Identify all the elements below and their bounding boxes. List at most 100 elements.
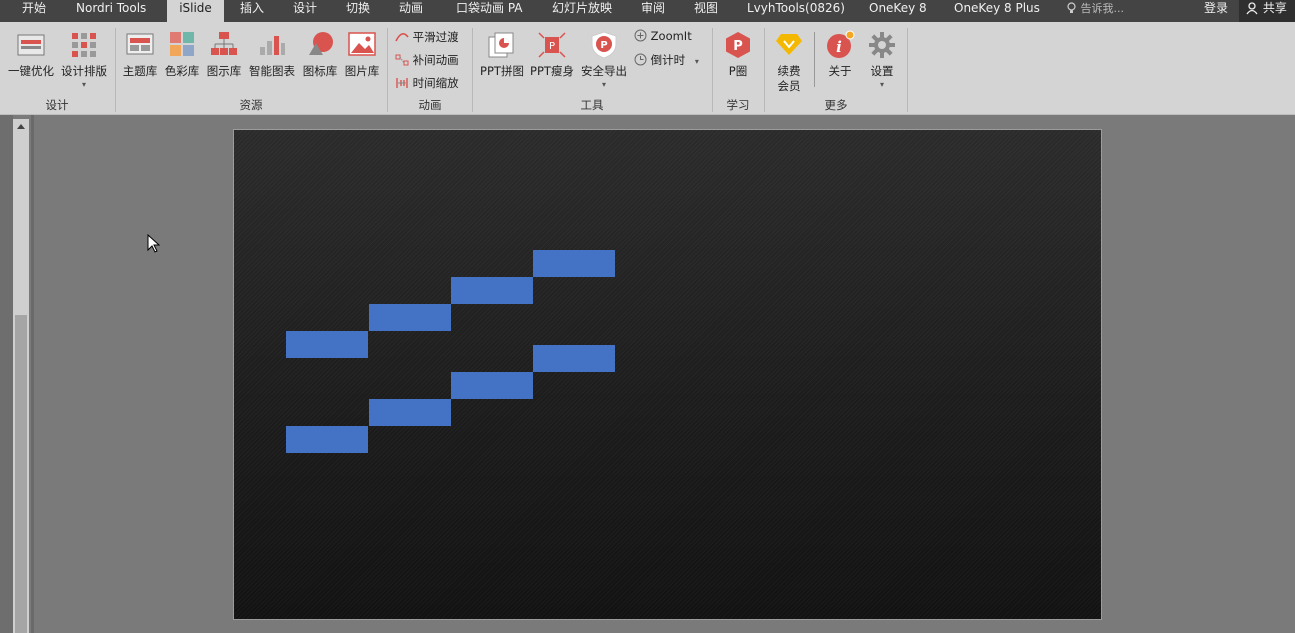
scrollbar-thumb[interactable] <box>15 315 27 633</box>
tab-insert[interactable]: 插入 <box>240 0 264 22</box>
tab-home[interactable]: 开始 <box>22 0 46 22</box>
tween-animation-icon <box>395 54 409 66</box>
shield-icon: P <box>591 31 617 59</box>
about-label: 关于 <box>828 64 852 78</box>
org-chart-icon <box>211 32 237 55</box>
lightbulb-icon <box>1067 2 1076 13</box>
color-library-label: 色彩库 <box>164 64 200 78</box>
renew-label: 续费 <box>777 64 801 78</box>
group-label-more: 更多 <box>824 98 848 112</box>
tab-islide[interactable]: iSlide <box>167 0 224 22</box>
tab-review[interactable]: 审阅 <box>641 0 665 22</box>
tab-view[interactable]: 视图 <box>694 0 718 22</box>
collage-icon <box>488 32 514 58</box>
smooth-transition-icon <box>395 33 409 42</box>
dropdown-caret-icon: ▾ <box>879 80 884 89</box>
one-click-optimize-label: 一键优化 <box>8 64 54 78</box>
safe-export-button[interactable]: P 安全导出 ▾ <box>578 28 630 90</box>
theme-library-label: 主题库 <box>122 64 158 78</box>
group-label-design: 设计 <box>45 98 69 112</box>
thumbnail-pane-edge <box>0 115 13 633</box>
tab-design[interactable]: 设计 <box>293 0 317 22</box>
ppt-collage-label: PPT拼图 <box>480 64 524 78</box>
color-palette-icon <box>170 32 194 56</box>
picture-icon <box>348 32 376 56</box>
tab-nordri-tools[interactable]: Nordri Tools <box>76 0 146 22</box>
blue-rectangle[interactable] <box>451 372 533 399</box>
theme-library-icon <box>126 33 154 55</box>
tell-me-search[interactable]: 告诉我... <box>1066 0 1124 22</box>
design-layout-label: 设计排版 <box>61 64 107 78</box>
one-click-optimize-button[interactable]: 一键优化 <box>6 28 56 88</box>
tween-animation-label: 补间动画 <box>412 53 459 67</box>
group-label-learn: 学习 <box>726 98 750 112</box>
smooth-transition-button[interactable]: 平滑过渡 <box>395 29 459 45</box>
color-library-button[interactable]: 色彩库 <box>162 28 202 78</box>
vertical-scrollbar[interactable] <box>13 119 29 633</box>
pane-divider <box>31 115 34 633</box>
time-scale-icon <box>396 78 408 88</box>
tab-onekey-8-plus[interactable]: OneKey 8 Plus <box>954 0 1040 22</box>
tween-animation-button[interactable]: 补间动画 <box>395 52 459 68</box>
smooth-transition-label: 平滑过渡 <box>412 30 459 44</box>
group-label-resources: 资源 <box>239 98 263 112</box>
blue-rectangle[interactable] <box>533 250 615 277</box>
group-label-tools: 工具 <box>580 98 604 112</box>
person-icon <box>1246 2 1258 15</box>
safe-export-label: 安全导出 <box>581 64 627 78</box>
p-circle-button[interactable]: P P圈 <box>718 28 758 78</box>
scroll-up-arrow-icon[interactable] <box>13 119 29 133</box>
ppt-collage-button[interactable]: PPT拼图 <box>478 28 526 78</box>
blue-rectangle[interactable] <box>451 277 533 304</box>
time-scale-label: 时间缩放 <box>412 76 459 90</box>
svg-text:P: P <box>733 39 743 54</box>
p-circle-label: P圈 <box>728 64 748 78</box>
blue-rectangle[interactable] <box>286 426 368 453</box>
icon-library-label: 图标库 <box>302 64 338 78</box>
zoomit-button[interactable]: ZoomIt <box>634 29 692 43</box>
ppt-slim-label: PPT瘦身 <box>530 64 574 78</box>
member-label: 会员 <box>777 79 801 93</box>
layout-grid-icon <box>72 33 96 57</box>
zoom-plus-icon <box>634 29 647 42</box>
bar-chart-icon <box>260 36 285 55</box>
blue-rectangle[interactable] <box>286 331 368 358</box>
blue-rectangle[interactable] <box>533 345 615 372</box>
countdown-button[interactable]: 倒计时 ▾ <box>634 52 699 68</box>
tell-me-label: 告诉我... <box>1080 2 1125 15</box>
settings-button[interactable]: 设置 ▾ <box>862 28 902 90</box>
theme-library-button[interactable]: 主题库 <box>120 28 160 78</box>
zoomit-label: ZoomIt <box>650 29 692 43</box>
gear-icon <box>869 32 895 58</box>
picture-library-button[interactable]: 图片库 <box>342 28 382 78</box>
islide-ribbon: 一键优化 设计排版 ▾ 设计 主题库 色彩库 图示库 智能图表 图标库 图片库 … <box>0 22 1295 115</box>
smart-chart-label: 智能图表 <box>249 64 295 78</box>
share-button[interactable]: 共享 <box>1239 0 1295 22</box>
tab-onekey-8[interactable]: OneKey 8 <box>869 0 927 22</box>
dropdown-caret-icon: ▾ <box>601 80 606 89</box>
tab-lvyhtools[interactable]: LvyhTools(0826) <box>747 0 845 22</box>
diagram-library-button[interactable]: 图示库 <box>204 28 244 78</box>
tab-animations[interactable]: 动画 <box>399 0 423 22</box>
login-link[interactable]: 登录 <box>1204 0 1228 22</box>
time-scale-button[interactable]: 时间缩放 <box>395 75 459 91</box>
tab-slideshow[interactable]: 幻灯片放映 <box>552 0 612 22</box>
button-divider <box>814 32 815 87</box>
shapes-icon <box>309 32 333 55</box>
smart-chart-button[interactable]: 智能图表 <box>246 28 298 78</box>
tab-transitions[interactable]: 切换 <box>346 0 370 22</box>
design-layout-button[interactable]: 设计排版 ▾ <box>58 28 110 90</box>
icon-library-button[interactable]: 图标库 <box>300 28 340 78</box>
slide-canvas[interactable] <box>233 129 1102 620</box>
ppt-slim-button[interactable]: P PPT瘦身 <box>528 28 576 78</box>
about-button[interactable]: i 关于 <box>820 28 860 78</box>
countdown-label: 倒计时 <box>650 53 686 67</box>
slim-icon: P <box>538 32 566 58</box>
diagram-library-label: 图示库 <box>206 64 242 78</box>
group-divider <box>907 28 908 112</box>
tab-pocket-animation[interactable]: 口袋动画 PA <box>456 0 523 22</box>
blue-rectangle[interactable] <box>369 304 451 331</box>
blue-rectangle[interactable] <box>369 399 451 426</box>
renew-membership-button[interactable]: 续费 会员 <box>770 28 808 94</box>
svg-text:P: P <box>549 41 555 52</box>
